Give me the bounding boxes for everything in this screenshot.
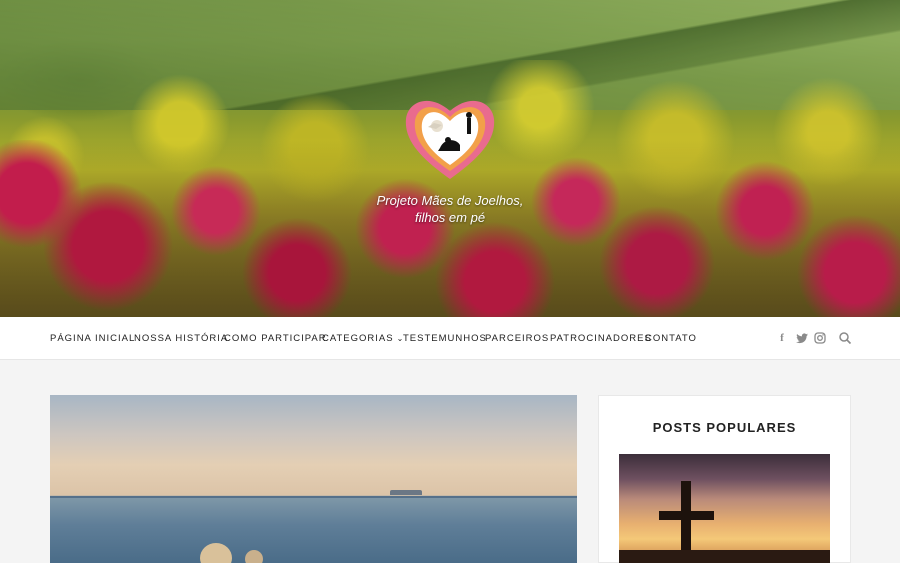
person-head <box>245 550 263 563</box>
city-skyline <box>619 550 830 563</box>
nav-item-label: PATROCINADORES <box>550 333 652 344</box>
nav-item-label: CATEGORIAS <box>322 333 394 344</box>
sea-horizon <box>50 496 577 498</box>
nav-item-categorias[interactable]: CATEGORIAS ⌄ <box>322 317 404 360</box>
nav-item-parceiros[interactable]: PARCEIROS <box>485 317 549 360</box>
heart-logo-icon[interactable] <box>402 93 498 183</box>
hero-header: Projeto Mães de Joelhos, filhos em pé <box>0 0 900 317</box>
nav-item-label: CONTATO <box>645 333 697 344</box>
cross-bar <box>659 511 714 520</box>
nav-item-label: COMO PARTICIPAR <box>224 333 327 344</box>
nav-item-contato[interactable]: CONTATO <box>645 317 697 360</box>
search-icon[interactable] <box>838 331 852 345</box>
nav-item-patrocinadores[interactable]: PATROCINADORES <box>550 317 652 360</box>
facebook-icon[interactable]: f <box>775 331 789 345</box>
main-nav: PÁGINA INICIAL NOSSA HISTÓRIA COMO PARTI… <box>0 317 900 360</box>
site-title[interactable]: Projeto Mães de Joelhos, filhos em pé <box>350 192 550 226</box>
nav-item-testemunhos[interactable]: TESTEMUNHOS <box>403 317 487 360</box>
nav-item-nossa-historia[interactable]: NOSSA HISTÓRIA <box>134 317 228 360</box>
site-title-line1: Projeto Mães de Joelhos, <box>376 193 524 208</box>
featured-post-image[interactable] <box>50 395 577 563</box>
person-head <box>200 543 232 563</box>
instagram-icon[interactable] <box>813 331 827 345</box>
popular-post-thumbnail[interactable] <box>619 454 830 563</box>
nav-item-label: PÁGINA INICIAL <box>50 333 136 344</box>
nav-item-label: PARCEIROS <box>485 333 550 344</box>
twitter-icon[interactable] <box>795 331 809 345</box>
nav-item-como-participar[interactable]: COMO PARTICIPAR <box>224 317 327 360</box>
nav-item-label: NOSSA HISTÓRIA <box>134 333 229 344</box>
nav-item-pagina-inicial[interactable]: PÁGINA INICIAL <box>50 317 135 360</box>
site-title-line2: filhos em pé <box>414 210 486 225</box>
widget-title: POSTS POPULARES <box>652 420 797 435</box>
popular-posts-widget: POSTS POPULARES <box>598 395 851 563</box>
nav-item-label: TESTEMUNHOS <box>403 333 487 344</box>
ship-silhouette <box>390 490 422 495</box>
